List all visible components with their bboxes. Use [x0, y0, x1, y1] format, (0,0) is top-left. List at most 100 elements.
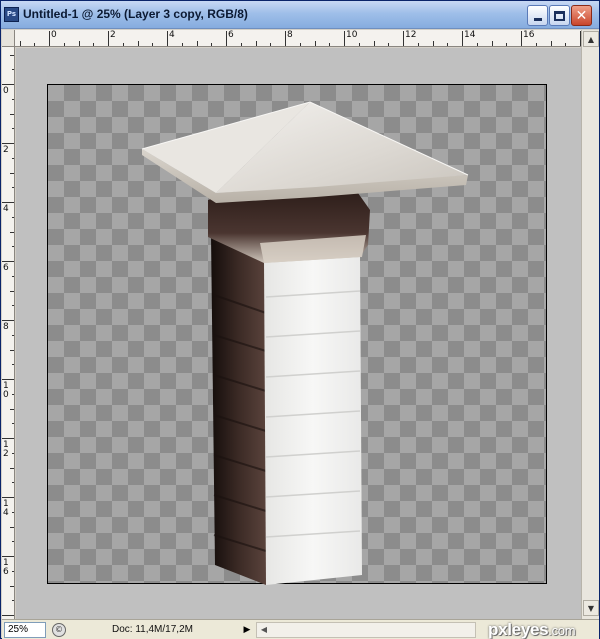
ruler-label: 0: [3, 86, 9, 96]
ruler-tick: [2, 143, 14, 144]
ruler-tick: [12, 334, 14, 336]
ruler-label: 0: [3, 390, 9, 400]
ruler-tick: [10, 54, 14, 56]
ruler-tick: [491, 41, 493, 46]
ruler-label: 2: [3, 449, 9, 459]
vertical-ruler[interactable]: 0246810121416: [2, 47, 15, 619]
minimize-button[interactable]: [527, 5, 548, 26]
ruler-tick: [314, 41, 316, 46]
ruler-tick: [388, 43, 390, 46]
ruler-tick: [167, 31, 168, 46]
ruler-tick: [12, 216, 14, 218]
title-bar[interactable]: Ps Untitled-1 @ 25% (Layer 3 copy, RGB/8…: [1, 1, 599, 29]
ruler-tick: [447, 43, 449, 46]
ruler-tick: [2, 615, 14, 616]
ruler-tick: [78, 41, 80, 46]
ruler-tick: [270, 43, 272, 46]
ruler-tick: [2, 320, 14, 321]
ruler-tick: [12, 393, 14, 395]
document-size: Doc: 11,4M/17,2M: [112, 624, 193, 635]
ruler-tick: [285, 31, 286, 46]
ruler-label: 4: [3, 204, 9, 214]
ruler-tick: [12, 423, 14, 425]
ruler-tick: [240, 43, 242, 46]
close-icon: ✕: [575, 7, 588, 24]
ruler-tick: [12, 305, 14, 307]
ruler-label: 14: [464, 30, 476, 40]
ruler-tick: [344, 31, 345, 46]
ruler-label: 0: [51, 30, 57, 40]
status-indicator-icon[interactable]: ©: [52, 623, 66, 637]
ruler-tick: [2, 261, 14, 262]
ruler-tick: [2, 84, 14, 85]
ruler-tick: [12, 452, 14, 454]
ruler-tick: [10, 408, 14, 410]
ruler-tick: [108, 31, 109, 46]
arrow-left-icon[interactable]: ◀: [257, 623, 271, 637]
ruler-tick: [196, 41, 198, 46]
ruler-tick: [550, 41, 552, 46]
pillar-shadow-side: [211, 235, 266, 585]
ruler-tick: [137, 41, 139, 46]
ruler-tick: [49, 31, 50, 46]
ruler-tick: [12, 482, 14, 484]
ruler-tick: [2, 379, 14, 380]
ruler-tick: [432, 41, 434, 46]
ruler-label: 12: [405, 30, 417, 40]
ruler-tick: [10, 349, 14, 351]
ruler-tick: [329, 43, 331, 46]
horizontal-ruler[interactable]: 0 2 4 6 8 10 12 14 16: [15, 30, 581, 47]
ruler-tick: [12, 364, 14, 366]
arrow-right-icon[interactable]: ▶: [241, 623, 253, 637]
ruler-tick: [19, 41, 21, 46]
arrow-down-icon[interactable]: ▼: [583, 600, 599, 616]
ruler-tick: [506, 43, 508, 46]
ruler-tick: [2, 202, 14, 203]
minimize-icon: [533, 18, 542, 21]
ruler-tick: [12, 570, 14, 572]
ruler-tick: [63, 43, 65, 46]
close-button[interactable]: ✕: [571, 5, 592, 26]
ruler-tick: [521, 31, 522, 46]
document-canvas[interactable]: [47, 84, 547, 585]
maximize-button[interactable]: [549, 5, 570, 26]
ruler-tick: [181, 43, 183, 46]
ruler-tick: [12, 246, 14, 248]
ruler-label: 2: [110, 30, 116, 40]
ruler-tick: [34, 43, 36, 46]
ruler-tick: [10, 172, 14, 174]
ruler-tick: [2, 556, 14, 557]
ruler-label: 8: [287, 30, 293, 40]
ruler-tick: [12, 128, 14, 130]
canvas-workspace[interactable]: [16, 48, 581, 619]
ruler-origin[interactable]: [2, 30, 15, 47]
ruler-tick: [403, 31, 404, 46]
photoshop-icon[interactable]: Ps: [4, 7, 19, 22]
ruler-tick: [211, 43, 213, 46]
zoom-level-input[interactable]: 25%: [4, 622, 46, 638]
ruler-tick: [10, 585, 14, 587]
ruler-tick: [122, 43, 124, 46]
ruler-tick: [565, 43, 567, 46]
vertical-scrollbar[interactable]: ▲ ▼: [581, 30, 599, 619]
window-title: Untitled-1 @ 25% (Layer 3 copy, RGB/8): [23, 7, 248, 21]
pillar-layer: [141, 101, 469, 585]
horizontal-scrollbar[interactable]: ◀: [256, 622, 476, 638]
arrow-up-icon[interactable]: ▲: [583, 31, 599, 47]
ruler-label: 4: [169, 30, 175, 40]
ruler-tick: [10, 290, 14, 292]
ruler-tick: [2, 438, 14, 439]
ruler-tick: [93, 43, 95, 46]
ruler-tick: [12, 275, 14, 277]
ruler-tick: [462, 31, 463, 46]
ruler-tick: [12, 157, 14, 159]
ruler-tick: [10, 526, 14, 528]
maximize-icon: [554, 10, 565, 21]
pxleyes-watermark: pxleyes.com: [488, 620, 576, 639]
ruler-tick: [12, 69, 14, 71]
ruler-tick: [299, 43, 301, 46]
ruler-tick: [476, 43, 478, 46]
ruler-label: 6: [3, 567, 9, 577]
ruler-label: 16: [523, 30, 535, 40]
ruler-tick: [2, 497, 14, 498]
